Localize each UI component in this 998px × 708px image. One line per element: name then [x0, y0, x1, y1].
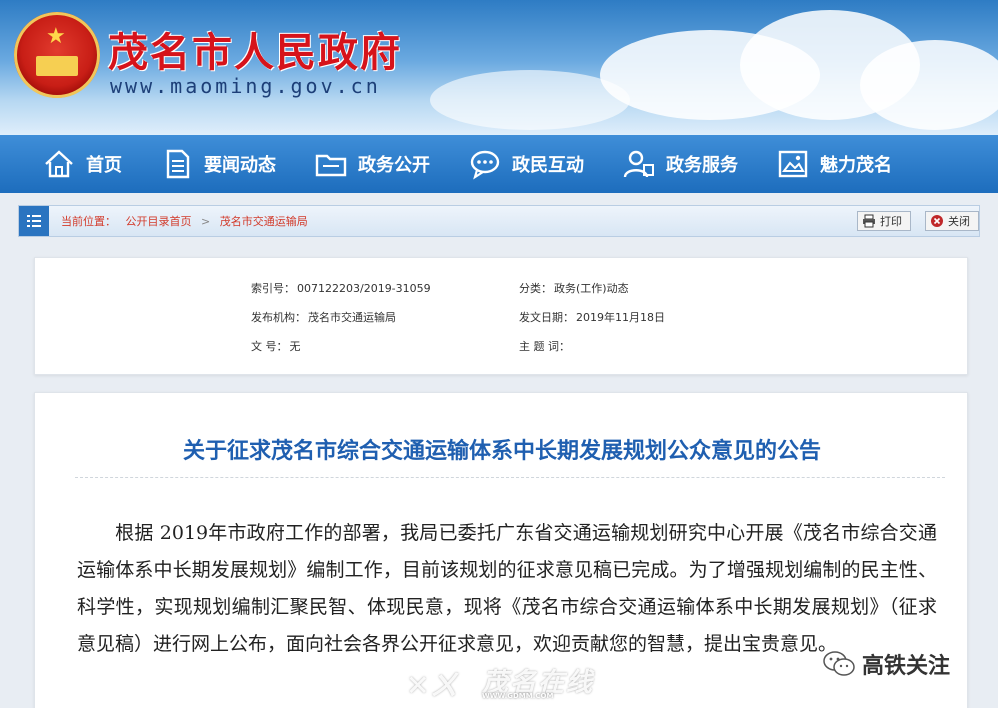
- meta-category: 分类： 政务(工作)动态: [519, 280, 629, 296]
- watermark-logo-icon: ✕ㄨ: [406, 669, 458, 702]
- breadcrumb: 当前位置： 公开目录首页 > 茂名市交通运输局: [61, 213, 314, 229]
- meta-index: 索引号： 007122203/2019-31059: [251, 280, 431, 296]
- meta-value: 2019年11月18日: [576, 311, 665, 324]
- watermark-right-text: 高铁关注: [862, 654, 951, 679]
- site-banner: ★ 茂名市人民政府 www.maoming.gov.cn: [0, 0, 998, 135]
- meta-date: 发文日期： 2019年11月18日: [519, 309, 665, 325]
- nav-label: 政务服务: [666, 155, 738, 176]
- folder-icon: [314, 147, 348, 181]
- print-label: 打印: [880, 215, 902, 228]
- meta-value: 茂名市交通运输局: [308, 311, 396, 324]
- nav-item-charm[interactable]: 魅力茂名: [776, 147, 892, 181]
- meta-docno: 文 号：无: [251, 338, 301, 354]
- nav-item-gov-open[interactable]: 政务公开: [314, 147, 430, 181]
- main-nav: 首页 要闻动态 政务公开 政民互动 政务服务 魅力茂名: [0, 135, 998, 193]
- printer-icon: [862, 214, 876, 228]
- meta-value: 政务(工作)动态: [554, 282, 629, 295]
- breadcrumb-prefix: 当前位置：: [61, 215, 116, 228]
- site-title[interactable]: 茂名市人民政府: [108, 20, 402, 78]
- meta-label: 索引号：: [251, 282, 295, 295]
- wechat-icon: [822, 649, 856, 679]
- nav-label: 首页: [86, 155, 122, 176]
- nav-label: 要闻动态: [204, 155, 276, 176]
- document-meta-panel: 索引号： 007122203/2019-31059 分类： 政务(工作)动态 发布机…: [34, 257, 968, 375]
- article-body: 根据 2019年市政府工作的部署，我局已委托广东省交通运输规划研究中心开展《茂名…: [77, 515, 937, 663]
- list-icon[interactable]: [19, 206, 49, 236]
- banner-cloud: [430, 70, 630, 130]
- article-title: 关于征求茂名市综合交通运输体系中长期发展规划公众意见的公告: [182, 439, 821, 464]
- nav-label: 政民互动: [512, 155, 584, 176]
- meta-publisher: 发布机构： 茂名市交通运输局: [251, 309, 396, 325]
- meta-label: 文 号：: [251, 340, 288, 353]
- close-label: 关闭: [948, 215, 970, 228]
- nav-item-service[interactable]: 政务服务: [622, 147, 738, 181]
- breadcrumb-bar: 当前位置： 公开目录首页 > 茂名市交通运输局 打印 关闭: [18, 205, 980, 237]
- meta-label: 主 题 词：: [519, 340, 570, 353]
- nav-label: 魅力茂名: [820, 155, 892, 176]
- meta-label: 发文日期：: [519, 311, 574, 324]
- watermark-right: 高铁关注: [822, 648, 950, 680]
- home-icon: [42, 147, 76, 181]
- national-emblem-logo[interactable]: ★: [14, 12, 100, 98]
- article-paragraph: 根据 2019年市政府工作的部署，我局已委托广东省交通运输规划研究中心开展《茂名…: [77, 522, 937, 655]
- meta-subject: 主 题 词：: [519, 338, 572, 354]
- picture-icon: [776, 147, 810, 181]
- nav-item-news[interactable]: 要闻动态: [160, 147, 276, 181]
- breadcrumb-separator: >: [201, 215, 211, 228]
- gate-icon: [36, 56, 78, 76]
- title-divider: [75, 477, 945, 478]
- meta-value: 007122203/2019-31059: [297, 282, 431, 295]
- breadcrumb-link-bureau[interactable]: 茂名市交通运输局: [220, 215, 308, 228]
- site-url[interactable]: www.maoming.gov.cn: [110, 74, 381, 98]
- breadcrumb-link-catalog[interactable]: 公开目录首页: [126, 215, 192, 228]
- chat-icon: [468, 147, 502, 181]
- banner-cloud: [860, 40, 998, 130]
- document-icon: [160, 147, 194, 181]
- meta-label: 分类：: [519, 282, 552, 295]
- user-service-icon: [622, 147, 656, 181]
- star-icon: ★: [46, 24, 66, 49]
- watermark-sub-text: WWW.GDMM.COM: [482, 692, 554, 700]
- meta-label: 发布机构：: [251, 311, 306, 324]
- nav-item-interaction[interactable]: 政民互动: [468, 147, 584, 181]
- close-button[interactable]: 关闭: [925, 211, 979, 231]
- nav-label: 政务公开: [358, 155, 430, 176]
- nav-item-home[interactable]: 首页: [42, 147, 122, 181]
- watermark-center: 茂名在线 ✕ㄨ WWW.GDMM.COM: [398, 662, 598, 704]
- print-button[interactable]: 打印: [857, 211, 911, 231]
- meta-value: 无: [289, 340, 301, 353]
- close-icon: [930, 214, 944, 228]
